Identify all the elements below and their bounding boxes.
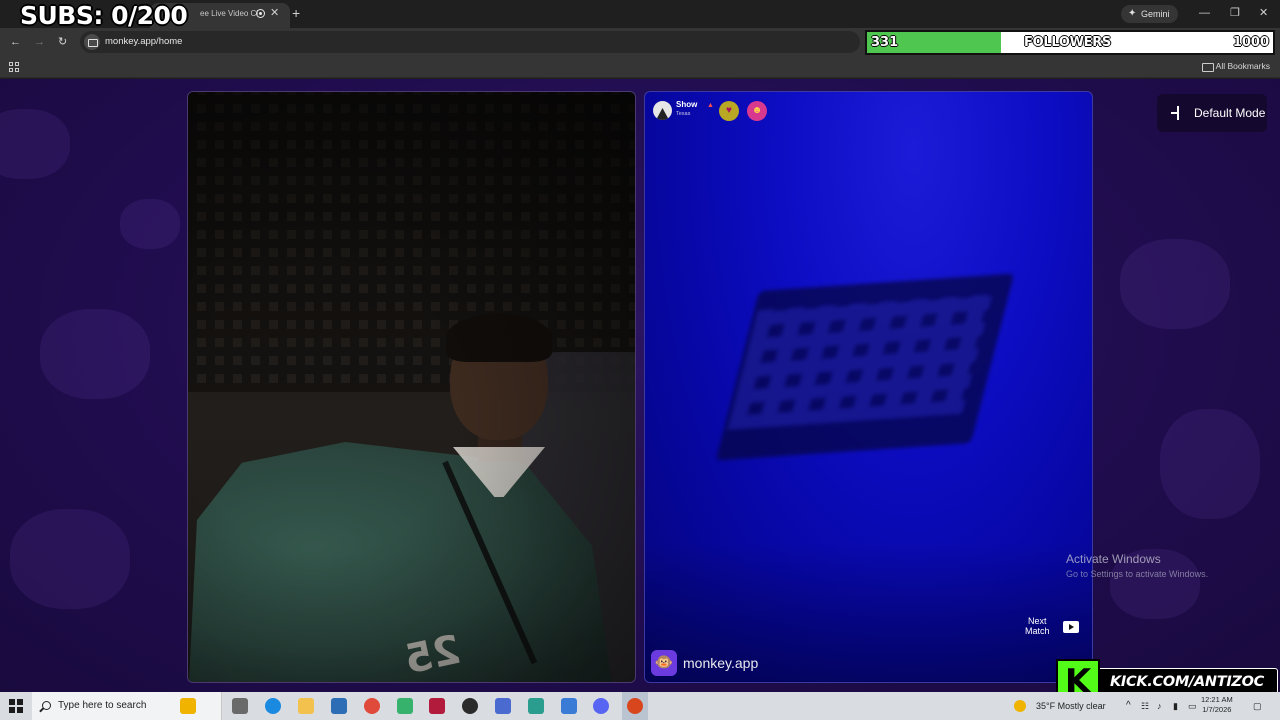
partner-avatar [653, 101, 672, 120]
followers-goal: 1000 [1232, 35, 1269, 50]
activate-windows-title: Activate Windows [1066, 552, 1161, 566]
clock-time: 12:21 AM [1201, 695, 1233, 704]
weather-text[interactable]: 35°F Mostly clear [1036, 692, 1106, 720]
video-vignette [188, 92, 635, 682]
followers-count: 331 [871, 35, 899, 50]
address-url: monkey.app/home [105, 36, 183, 47]
app-icon[interactable] [397, 698, 413, 714]
file-explorer-icon[interactable] [298, 698, 314, 714]
network-icon[interactable]: ☷ [1141, 692, 1149, 720]
next-match-label-line: Next [1028, 616, 1047, 626]
back-icon[interactable]: ← [10, 35, 21, 49]
self-video: 25 [187, 91, 636, 683]
bg-decoration [0, 109, 70, 179]
tab-title: ee Live Video Cl [200, 9, 259, 18]
windows-taskbar: Type here to search 35°F Mostly clear ^ … [0, 692, 1280, 720]
obs-icon[interactable] [627, 698, 643, 714]
volume-icon[interactable]: ♪ [1157, 692, 1162, 720]
taskbar-search-placeholder: Type here to search [58, 700, 147, 711]
close-window-icon[interactable]: ✕ [1259, 6, 1268, 20]
clock-date: 1/7/2026 [1202, 705, 1232, 714]
default-mode-button[interactable]: Default Mode [1157, 94, 1267, 132]
discord-icon[interactable] [593, 698, 609, 714]
country-flag-icon: ▲ [707, 102, 714, 109]
brand-name: monkey.app [683, 655, 759, 671]
default-mode-label: Default Mode [1194, 106, 1266, 120]
all-bookmarks-button[interactable]: All Bookmarks [1200, 56, 1270, 77]
followers-goal-bar: 331 FOLLOWERS 1000 [865, 30, 1275, 55]
followers-label: FOLLOWERS [1024, 35, 1111, 50]
bg-decoration [1120, 239, 1230, 329]
bg-decoration [10, 509, 130, 609]
new-tab-button[interactable]: + [292, 5, 300, 21]
collapse-icon [1171, 106, 1185, 120]
close-tab-icon[interactable]: ✕ [270, 6, 279, 20]
gift-badge-icon[interactable]: ☻ [747, 101, 767, 121]
kick-url: KICK.COM/ANTIZOC [1096, 668, 1278, 694]
bg-decoration [1160, 409, 1260, 519]
subs-goal-overlay: SUBS: 0/200 [20, 1, 188, 30]
notifications-icon[interactable]: ▢ [1253, 692, 1262, 720]
app-icon[interactable] [495, 698, 511, 714]
bookmarks-bar: All Bookmarks [0, 56, 1280, 78]
search-highlight-icon[interactable] [180, 698, 196, 714]
partner-name: Show [676, 100, 698, 109]
monkey-logo-icon: 🐵 [651, 650, 677, 676]
partner-video-object-detail [727, 294, 993, 430]
site-info-icon[interactable] [84, 34, 100, 50]
next-match-button[interactable]: Next Match [1025, 616, 1050, 636]
reload-icon[interactable]: ↻ [58, 35, 67, 49]
heart-badge-icon[interactable]: ♥ [719, 101, 739, 121]
next-match-icon[interactable] [1063, 621, 1079, 633]
microphone-icon[interactable]: ▮ [1173, 692, 1178, 720]
restore-icon[interactable]: ❐ [1230, 6, 1240, 20]
address-bar[interactable]: monkey.app/home [80, 31, 860, 53]
weather-icon[interactable] [1014, 700, 1026, 712]
tray-overflow-icon[interactable]: ^ [1126, 692, 1131, 720]
app-icon[interactable] [561, 698, 577, 714]
partner-video: Show ▲ Texas ♥ ☻ Next Match 🐵 monkey.app [644, 91, 1093, 683]
bg-decoration [40, 309, 150, 399]
recording-icon [256, 9, 265, 18]
store-icon[interactable] [331, 698, 347, 714]
edge-icon[interactable] [265, 698, 281, 714]
task-view-icon[interactable] [232, 698, 248, 714]
battery-icon[interactable]: ▭ [1188, 692, 1197, 720]
activate-windows-subtitle: Go to Settings to activate Windows. [1066, 569, 1209, 579]
forward-icon[interactable]: → [34, 35, 45, 49]
apps-grid-icon[interactable] [9, 62, 19, 72]
monkey-app-page: 25 Show ▲ Texas ♥ ☻ NextMatch 🐵 monkey.a… [0, 79, 1280, 692]
next-match-label-line: Match [1025, 626, 1050, 636]
minimize-icon[interactable]: — [1199, 6, 1210, 20]
chrome-icon[interactable] [364, 698, 380, 714]
browser-tab-strip: ee Live Video Cl ✕ + SUBS: 0/200 Gemini … [0, 0, 1280, 30]
windows-start-icon[interactable] [9, 699, 23, 713]
gemini-button[interactable]: Gemini [1121, 5, 1178, 23]
app-icon[interactable] [528, 698, 544, 714]
search-icon [42, 701, 51, 710]
app-icon[interactable] [429, 698, 445, 714]
app-icon[interactable] [462, 698, 478, 714]
bg-decoration [120, 199, 180, 249]
taskbar-clock[interactable]: 12:21 AM 1/7/2026 [1201, 695, 1233, 715]
partner-location: Texas [676, 111, 691, 117]
